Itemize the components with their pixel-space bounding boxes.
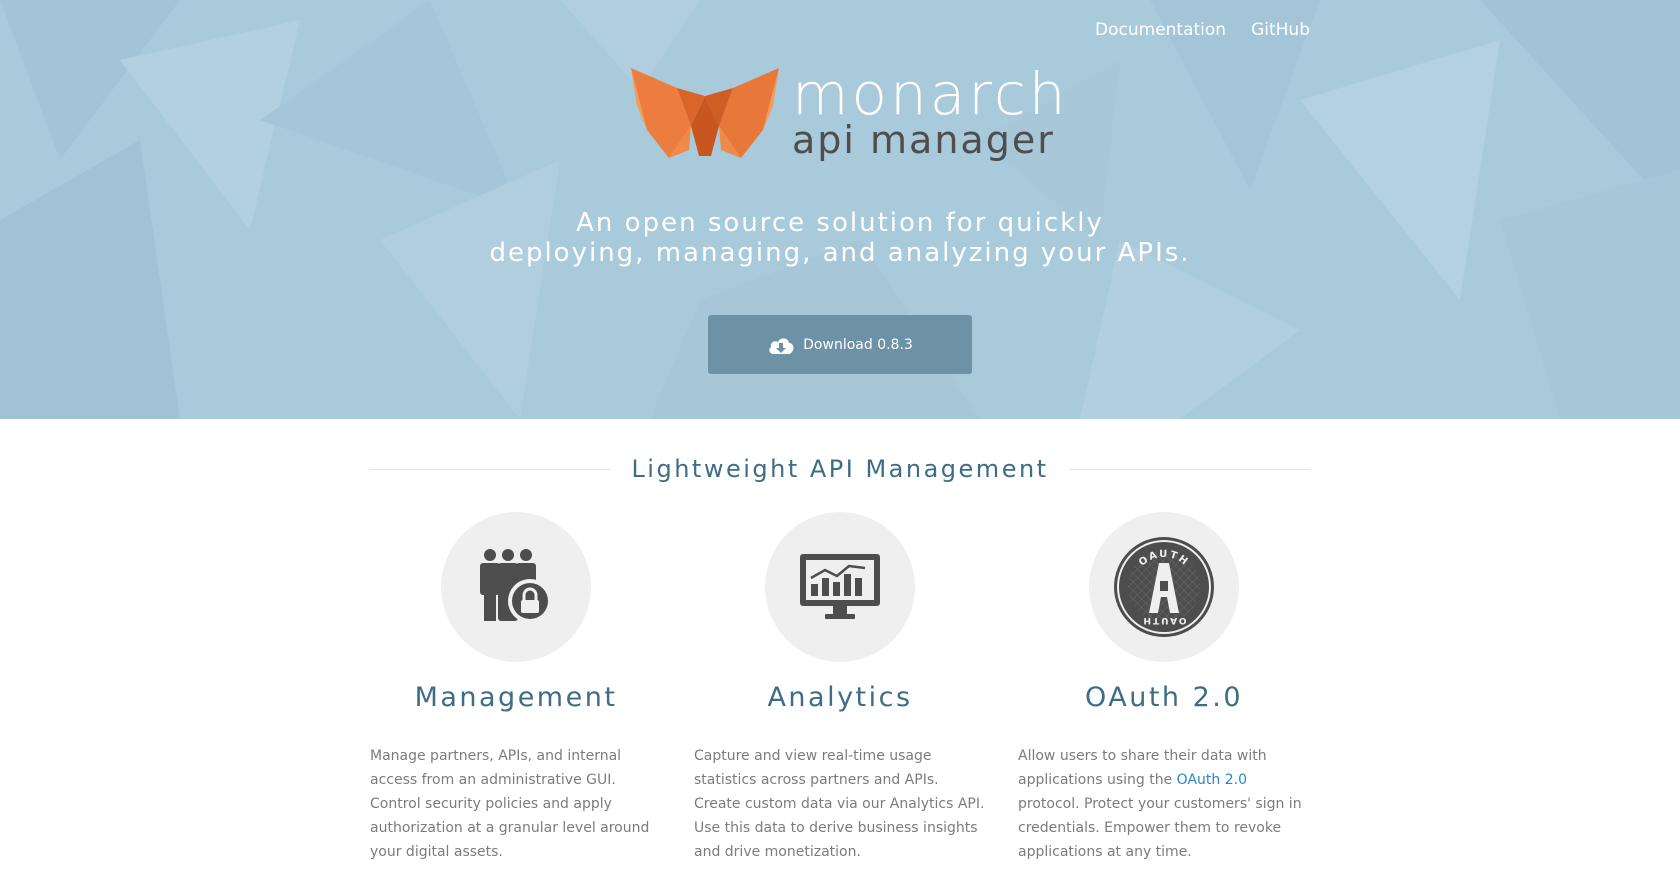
section-header: Lightweight API Management [370, 452, 1311, 486]
feature-management: Management Manage partners, APIs, and in… [370, 512, 662, 864]
users-lock-icon [480, 549, 552, 623]
section-title: Lightweight API Management [631, 455, 1049, 483]
feature-description: Allow users to share their data with app… [1018, 744, 1310, 864]
monitor-chart-icon [800, 554, 880, 619]
feature-description-text: protocol. Protect your customers' sign i… [1018, 796, 1302, 860]
divider-right [1068, 468, 1311, 470]
feature-title: Management [414, 682, 618, 713]
logo[interactable]: monarch api manager [629, 62, 1066, 172]
top-nav: Documentation GitHub [1095, 20, 1310, 40]
butterfly-logo-icon [631, 68, 779, 158]
download-button[interactable]: Download 0.8.3 [708, 315, 972, 374]
oauth-link[interactable]: OAuth 2.0 [1177, 772, 1247, 788]
tagline-line-2: deploying, managing, and analyzing your … [489, 238, 1191, 268]
feature-icon-circle: OAUTH OAUTH [1089, 512, 1239, 662]
feature-description: Manage partners, APIs, and internal acce… [370, 748, 650, 860]
hero-banner: Documentation GitHub monarch api manager… [0, 0, 1680, 419]
features-row: Management Manage partners, APIs, and in… [370, 512, 1310, 864]
nav-documentation-link[interactable]: Documentation [1095, 20, 1226, 40]
logo-wordmark: monarch [792, 60, 1069, 128]
download-button-label: Download 0.8.3 [803, 336, 913, 353]
feature-oauth: OAUTH OAUTH OAuth 2.0 Allow users to sha… [1018, 512, 1310, 864]
oauth-badge-icon: OAUTH OAUTH [1114, 537, 1214, 637]
feature-analytics: Analytics Capture and view real-time usa… [694, 512, 986, 864]
hero-tagline: An open source solution for quickly depl… [340, 208, 1340, 268]
divider-left [370, 468, 612, 470]
feature-icon-circle [441, 512, 591, 662]
cloud-download-icon [769, 337, 794, 354]
feature-title: OAuth 2.0 [1084, 682, 1244, 713]
tagline-line-1: An open source solution for quickly [576, 208, 1104, 238]
feature-title: Analytics [767, 682, 913, 713]
feature-icon-circle [765, 512, 915, 662]
nav-github-link[interactable]: GitHub [1251, 20, 1310, 40]
feature-description: Capture and view real-time usage statist… [694, 748, 985, 860]
oauth-badge-label-bottom: OAUTH [1141, 615, 1186, 625]
logo-subtitle: api manager [792, 118, 1055, 162]
